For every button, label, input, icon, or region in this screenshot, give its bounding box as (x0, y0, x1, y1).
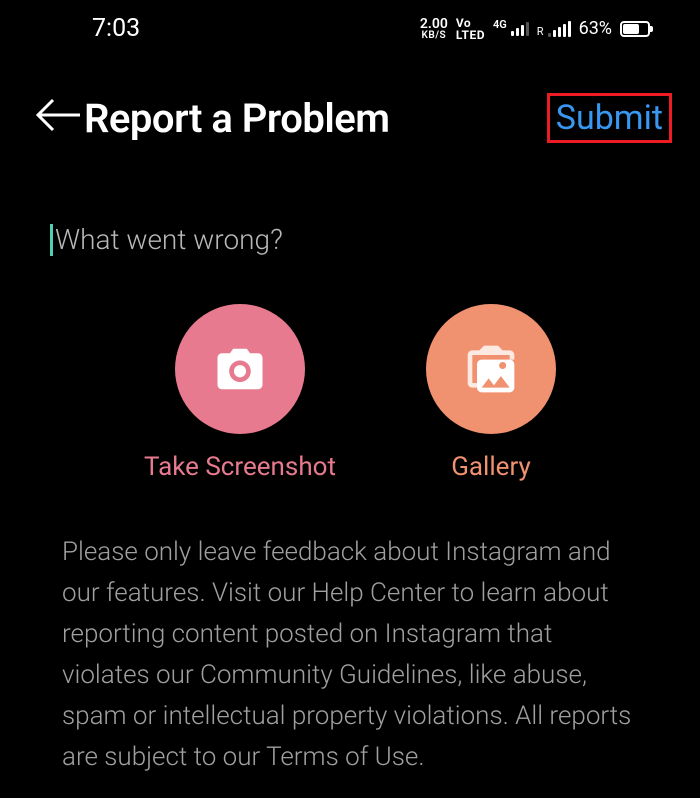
battery-icon (620, 21, 650, 37)
signal-bars-icon (511, 22, 529, 36)
gallery-button[interactable] (426, 304, 556, 434)
back-arrow-icon[interactable] (36, 98, 80, 139)
submit-button[interactable]: Submit (547, 93, 672, 143)
camera-icon (213, 342, 267, 396)
gallery-label: Gallery (451, 452, 531, 482)
take-screenshot-button[interactable] (175, 304, 305, 434)
volte-indicator: Vo LTED (456, 17, 485, 41)
content-area: What went wrong? Take Screenshot Gallery… (0, 163, 700, 778)
disclaimer-text: Please only leave feedback about Instagr… (50, 532, 650, 778)
app-header: Report a Problem Submit (0, 53, 700, 163)
status-indicators: 2.00 KB/S Vo LTED 4G R (420, 17, 650, 41)
battery-percentage: 63% (579, 18, 612, 39)
roaming-indicator: R (537, 25, 544, 38)
take-screenshot-action[interactable]: Take Screenshot (144, 304, 336, 482)
header-left: Report a Problem (36, 95, 390, 142)
take-screenshot-label: Take Screenshot (144, 452, 336, 482)
speed-unit: KB/S (422, 31, 447, 41)
status-time: 7:03 (92, 14, 140, 43)
signal-group-1: 4G (493, 22, 529, 36)
network-type: 4G (493, 18, 507, 31)
gallery-icon (463, 341, 519, 397)
data-speed-indicator: 2.00 KB/S (420, 17, 448, 41)
gallery-action[interactable]: Gallery (426, 304, 556, 482)
feedback-placeholder: What went wrong? (55, 223, 283, 256)
signal-group-2: R (537, 21, 571, 37)
text-cursor-icon (50, 224, 53, 256)
feedback-input[interactable]: What went wrong? (50, 223, 650, 256)
status-bar: 7:03 2.00 KB/S Vo LTED 4G R (0, 0, 700, 53)
speed-value: 2.00 (420, 17, 448, 31)
attachment-actions: Take Screenshot Gallery (50, 304, 650, 482)
signal-bars-icon (548, 21, 571, 37)
page-title: Report a Problem (84, 95, 390, 142)
